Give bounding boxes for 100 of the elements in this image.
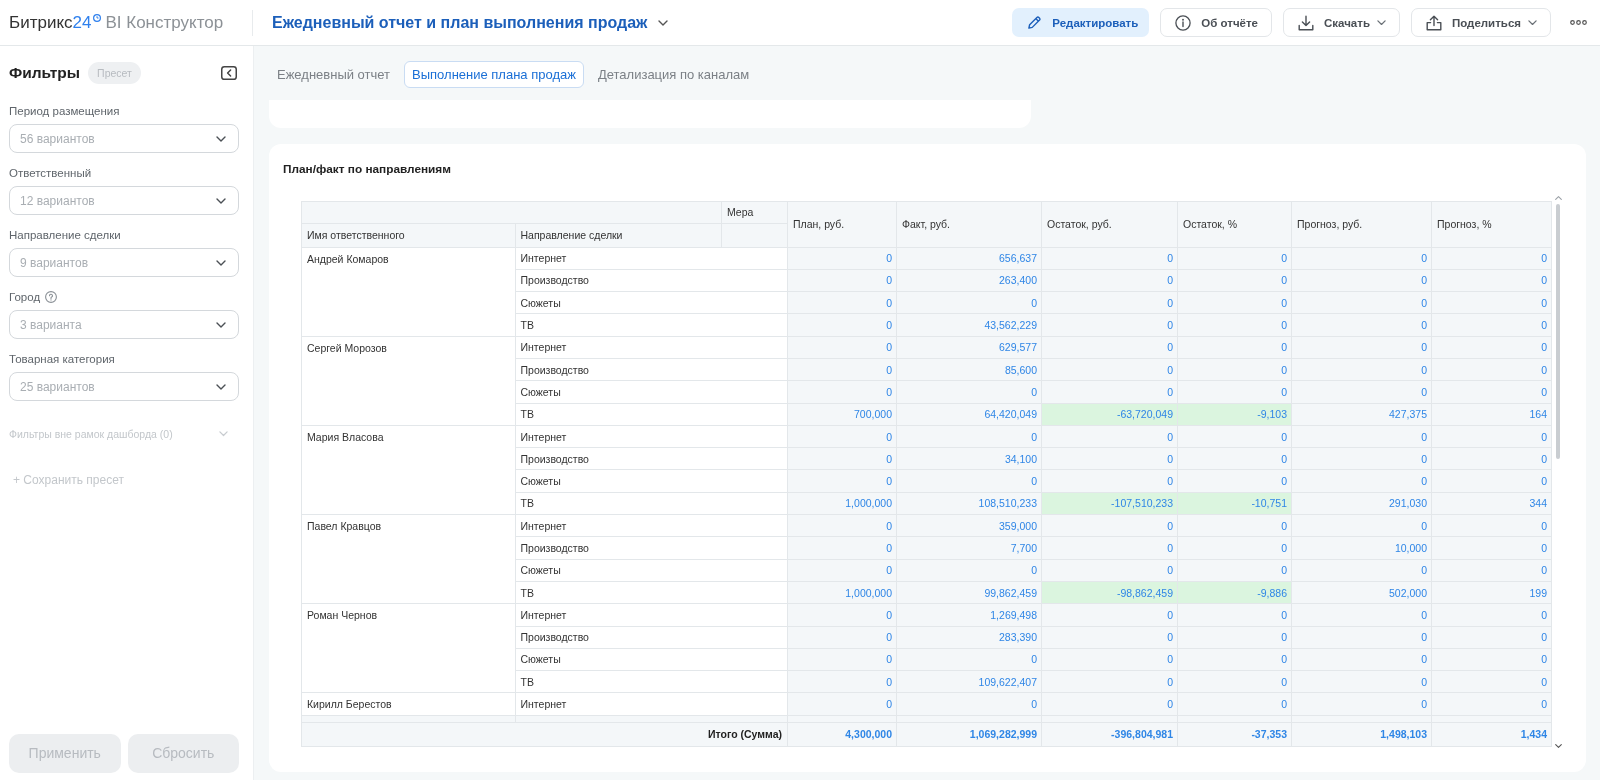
table-cell: 1,069,282,999 — [896, 722, 1042, 747]
filter-label: Период размещения — [9, 104, 120, 119]
table-cell: 0 — [1291, 648, 1432, 671]
product-name: BI Конструктор — [105, 12, 224, 33]
table-cell: Производство — [515, 447, 788, 470]
select-field[interactable]: 25 вариантов — [9, 372, 239, 401]
table-cell: 0 — [787, 247, 897, 270]
table-cell: 0 — [896, 648, 1042, 671]
table-cell: 0 — [1041, 425, 1178, 448]
tab[interactable]: Выполнение плана продаж — [404, 61, 584, 88]
table-cell: 0 — [896, 291, 1042, 314]
toolbar-button[interactable]: Об отчёте — [1160, 8, 1272, 37]
table-cell: 0 — [1291, 380, 1432, 404]
table-cell: 502,000 — [1291, 581, 1432, 604]
select-field[interactable]: 56 вариантов — [9, 124, 239, 153]
table-cell: 199 — [1431, 581, 1552, 604]
table-cell: 0 — [1041, 336, 1178, 359]
logo-text: Битрикс24 — [9, 12, 92, 33]
caret-down-icon[interactable] — [1554, 744, 1562, 748]
table-cell: 283,390 — [896, 626, 1042, 649]
select-field[interactable]: 3 варианта — [9, 310, 239, 339]
chevron-down-icon — [216, 135, 226, 142]
chevron-down-icon — [216, 259, 226, 266]
table-cell: 0 — [1291, 358, 1432, 381]
table-cell: 1,498,103 — [1291, 722, 1432, 747]
table-cell: Роман Чернов — [301, 603, 515, 693]
table-cell: 0 — [1177, 247, 1292, 270]
table-cell: 0 — [1177, 291, 1292, 314]
table-cell: 700,000 — [787, 403, 897, 426]
table-cell: 0 — [1431, 247, 1552, 270]
table-cell: -63,720,049 — [1041, 403, 1178, 426]
chevron-down-icon — [216, 197, 226, 204]
select-field[interactable]: 12 вариантов — [9, 186, 239, 215]
table-cell: 0 — [1291, 603, 1432, 627]
table-cell: 0 — [1177, 269, 1292, 292]
select-field[interactable]: 9 вариантов — [9, 248, 239, 277]
table-cell: ТВ — [515, 313, 788, 337]
column-header: Факт, руб. — [896, 201, 1042, 247]
tab[interactable]: Ежедневный отчет — [269, 61, 399, 88]
table-cell: 0 — [1291, 514, 1432, 537]
table-cell: -107,510,233 — [1041, 492, 1178, 515]
table-cell: Сюжеты — [515, 648, 788, 671]
table-cell: 0 — [1291, 626, 1432, 649]
table-cell: 1,000,000 — [787, 581, 897, 604]
collapse-panel-icon[interactable] — [221, 66, 237, 80]
table-cell: 0 — [1177, 514, 1292, 537]
table-cell: 1,269,498 — [896, 603, 1042, 627]
table-cell: 109,622,407 — [896, 670, 1042, 693]
table-cell: ТВ — [515, 492, 788, 515]
column-header: Остаток, руб. — [1041, 201, 1178, 247]
table-cell: 1,000,000 — [787, 492, 897, 515]
table-cell: 0 — [1041, 447, 1178, 470]
table-cell: 0 — [787, 291, 897, 314]
column-header: План, руб. — [787, 201, 897, 247]
table-cell: 656,637 — [896, 247, 1042, 270]
table-cell: Сюжеты — [515, 291, 788, 314]
more-icon[interactable] — [1570, 20, 1587, 25]
table-cell: 0 — [1177, 336, 1292, 359]
toolbar-button[interactable]: Поделиться — [1410, 8, 1551, 37]
table-cell: 0 — [787, 536, 897, 560]
table-cell: 0 — [1291, 425, 1432, 448]
table-cell: 0 — [1041, 380, 1178, 404]
table-cell: 0 — [1041, 313, 1178, 337]
table-cell: ТВ — [515, 403, 788, 426]
table-cell: Интернет — [515, 603, 788, 627]
table-cell: 0 — [787, 313, 897, 337]
table-cell: ТВ — [515, 670, 788, 693]
table-cell: 0 — [1041, 536, 1178, 560]
table-cell: 0 — [787, 447, 897, 470]
table-cell: 0 — [787, 559, 897, 582]
table-cell: 0 — [1431, 425, 1552, 448]
table-cell: 0 — [1041, 469, 1178, 493]
table-cell: 0 — [896, 559, 1042, 582]
table-cell: 1,434 — [1431, 722, 1552, 747]
column-header: Остаток, % — [1177, 201, 1292, 247]
chevron-down-icon — [219, 431, 228, 437]
table-cell: Кирилл Берестов — [301, 692, 515, 716]
table-cell: 0 — [1041, 514, 1178, 537]
table-cell: 0 — [1041, 291, 1178, 314]
table-cell: Мария Власова — [301, 425, 515, 515]
table-cell: Андрей Комаров — [301, 247, 515, 337]
table-cell: 0 — [1431, 291, 1552, 314]
table-cell: Сюжеты — [515, 559, 788, 582]
table-cell: Павел Кравцов — [301, 514, 515, 604]
toolbar-button[interactable]: Скачать — [1283, 8, 1400, 37]
table-cell: 0 — [1041, 670, 1178, 693]
table-cell: 164 — [1431, 403, 1552, 426]
tab[interactable]: Детализация по каналам — [589, 61, 758, 88]
table-cell: 108,510,233 — [896, 492, 1042, 515]
table-cell: 0 — [1041, 692, 1178, 716]
edit-button[interactable]: Редактировать — [1012, 8, 1150, 37]
table-cell: 0 — [1291, 291, 1432, 314]
table-cell: 291,030 — [1291, 492, 1432, 515]
table-cell: 0 — [1291, 336, 1432, 359]
chevron-down-icon[interactable] — [658, 19, 669, 26]
table-cell: 0 — [1291, 670, 1432, 693]
scrollbar-thumb[interactable] — [1556, 204, 1560, 459]
help-icon[interactable] — [45, 291, 58, 303]
table-cell: 64,420,049 — [896, 403, 1042, 426]
table-cell: 0 — [1041, 247, 1178, 270]
